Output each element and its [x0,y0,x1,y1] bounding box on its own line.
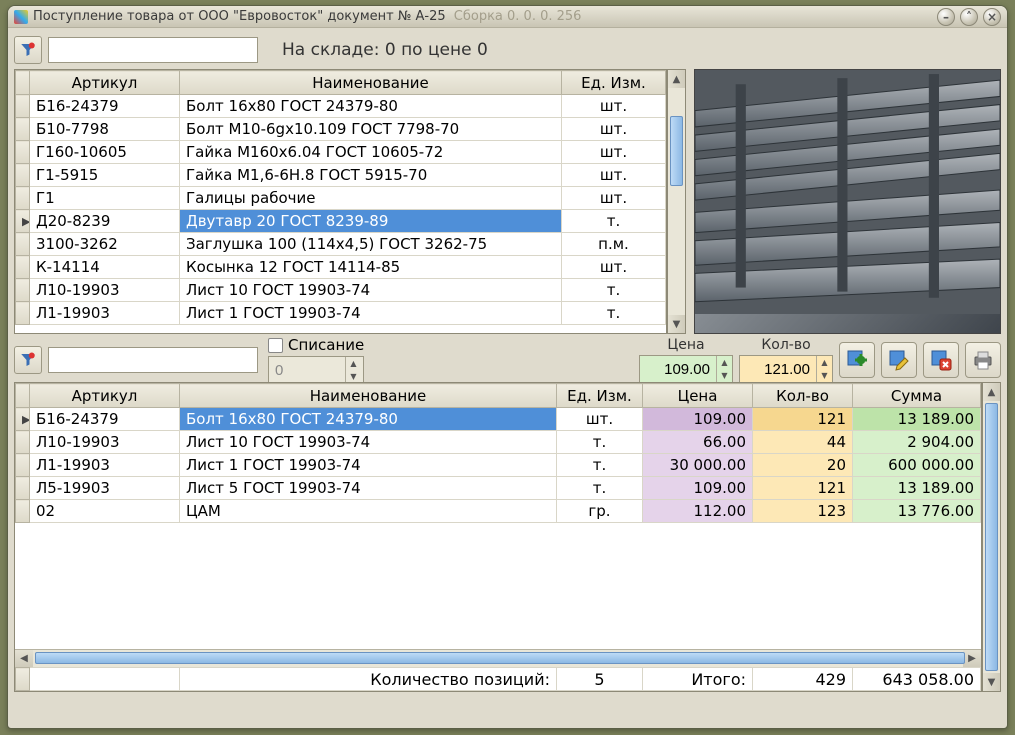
scroll-down-icon[interactable]: ▼ [668,315,685,333]
qty-spin[interactable]: ▲▼ [739,355,833,383]
app-window: Поступление товара от ООО "Евровосток" д… [7,5,1008,729]
edit-icon [887,348,911,372]
total-label: Итого: [643,668,753,691]
col2-qty[interactable]: Кол-во [753,384,853,408]
table-row[interactable]: ▶ Д20-8239 Двутавр 20 ГОСТ 8239-89 т. [16,210,666,233]
delete-icon [929,348,953,372]
document-grid[interactable]: Артикул Наименование Ед. Изм. Цена Кол-в… [14,382,982,692]
total-sum: 643 058.00 [853,668,981,691]
scroll-down-icon[interactable]: ▼ [983,673,1000,691]
qty-label: Кол-во [761,337,810,353]
total-qty: 429 [753,668,853,691]
col2-name[interactable]: Наименование [180,384,557,408]
item-preview-image [694,69,1001,334]
table-row[interactable]: Г160-10605 Гайка М160х6.04 ГОСТ 10605-72… [16,141,666,164]
print-button[interactable] [965,342,1001,378]
minimize-button[interactable]: – [937,8,955,26]
table-row[interactable]: Л10-19903 Лист 10 ГОСТ 19903-74 т. [16,279,666,302]
table-row[interactable]: Л10-19903 Лист 10 ГОСТ 19903-74 т. 66.00… [16,431,981,454]
table-row[interactable]: Б16-24379 Болт 16х80 ГОСТ 24379-80 шт. [16,95,666,118]
table-row[interactable]: 02 ЦАМ гр. 112.00 123 13 776.00 [16,500,981,523]
edit-row-button[interactable] [881,342,917,378]
search-input[interactable] [48,37,258,63]
catalog-grid[interactable]: Артикул Наименование Ед. Изм. Б16-24379 … [14,69,667,334]
scroll-left-icon[interactable]: ◀ [15,650,33,667]
close-button[interactable]: × [983,8,1001,26]
table-row[interactable]: Л1-19903 Лист 1 ГОСТ 19903-74 т. 30 000.… [16,454,981,477]
filter-icon [19,351,37,369]
positions-value: 5 [557,668,643,691]
writeoff-checkbox[interactable]: Списание [268,336,364,354]
table-row[interactable]: Г1 Галицы рабочие шт. [16,187,666,210]
table-row[interactable]: Г1-5915 Гайка М1,6-6Н.8 ГОСТ 5915-70 шт. [16,164,666,187]
col2-unit[interactable]: Ед. Изм. [557,384,643,408]
scroll-right-icon[interactable]: ▶ [963,650,981,667]
window-title-extra: Сборка 0. 0. 0. 256 [454,9,582,24]
chevron-down-icon[interactable]: ▼ [816,369,832,382]
window-title: Поступление товара от ООО "Евровосток" д… [33,9,446,24]
stock-label: На складе: 0 по цене 0 [282,40,488,60]
search2-input[interactable] [48,347,258,373]
col-unit[interactable]: Ед. Изм. [562,71,666,95]
printer-icon [971,348,995,372]
price-spin[interactable]: ▲▼ [639,355,733,383]
chevron-up-icon[interactable]: ▲ [716,356,732,369]
table-row[interactable]: Л1-19903 Лист 1 ГОСТ 19903-74 т. [16,302,666,325]
add-icon [845,348,869,372]
delete-row-button[interactable] [923,342,959,378]
scroll-up-icon[interactable]: ▲ [983,383,1000,401]
chevron-down-icon[interactable]: ▼ [716,369,732,382]
col-article[interactable]: Артикул [30,71,180,95]
chevron-up-icon[interactable]: ▲ [345,357,361,370]
titlebar: Поступление товара от ООО "Евровосток" д… [8,6,1007,28]
app-icon [14,10,28,24]
maximize-button[interactable]: ˄ [960,8,978,26]
table-row[interactable]: К-14114 Косынка 12 ГОСТ 14114-85 шт. [16,256,666,279]
table-row[interactable]: ▶ Б16-24379 Болт 16х80 ГОСТ 24379-80 шт.… [16,408,981,431]
filter-button[interactable] [14,36,42,64]
add-row-button[interactable] [839,342,875,378]
doc-hscrollbar[interactable]: ◀ ▶ [15,649,981,667]
chevron-up-icon[interactable]: ▲ [816,356,832,369]
col2-article[interactable]: Артикул [30,384,180,408]
col2-price[interactable]: Цена [643,384,753,408]
table-row[interactable]: Б10-7798 Болт М10-6gх10.109 ГОСТ 7798-70… [16,118,666,141]
col-name[interactable]: Наименование [180,71,562,95]
catalog-scrollbar[interactable]: ▲ ▼ [667,69,686,334]
table-row[interactable]: Л5-19903 Лист 5 ГОСТ 19903-74 т. 109.00 … [16,477,981,500]
scroll-up-icon[interactable]: ▲ [668,70,685,88]
filter-icon [19,41,37,59]
price-label: Цена [667,337,704,353]
col2-sum[interactable]: Сумма [853,384,981,408]
doc-vscrollbar[interactable]: ▲ ▼ [982,382,1001,692]
table-row[interactable]: 3100-3262 Заглушка 100 (114х4,5) ГОСТ 32… [16,233,666,256]
filter2-button[interactable] [14,346,42,374]
positions-label: Количество позиций: [180,668,557,691]
writeoff-qty-spin[interactable]: ▲▼ [268,356,364,384]
